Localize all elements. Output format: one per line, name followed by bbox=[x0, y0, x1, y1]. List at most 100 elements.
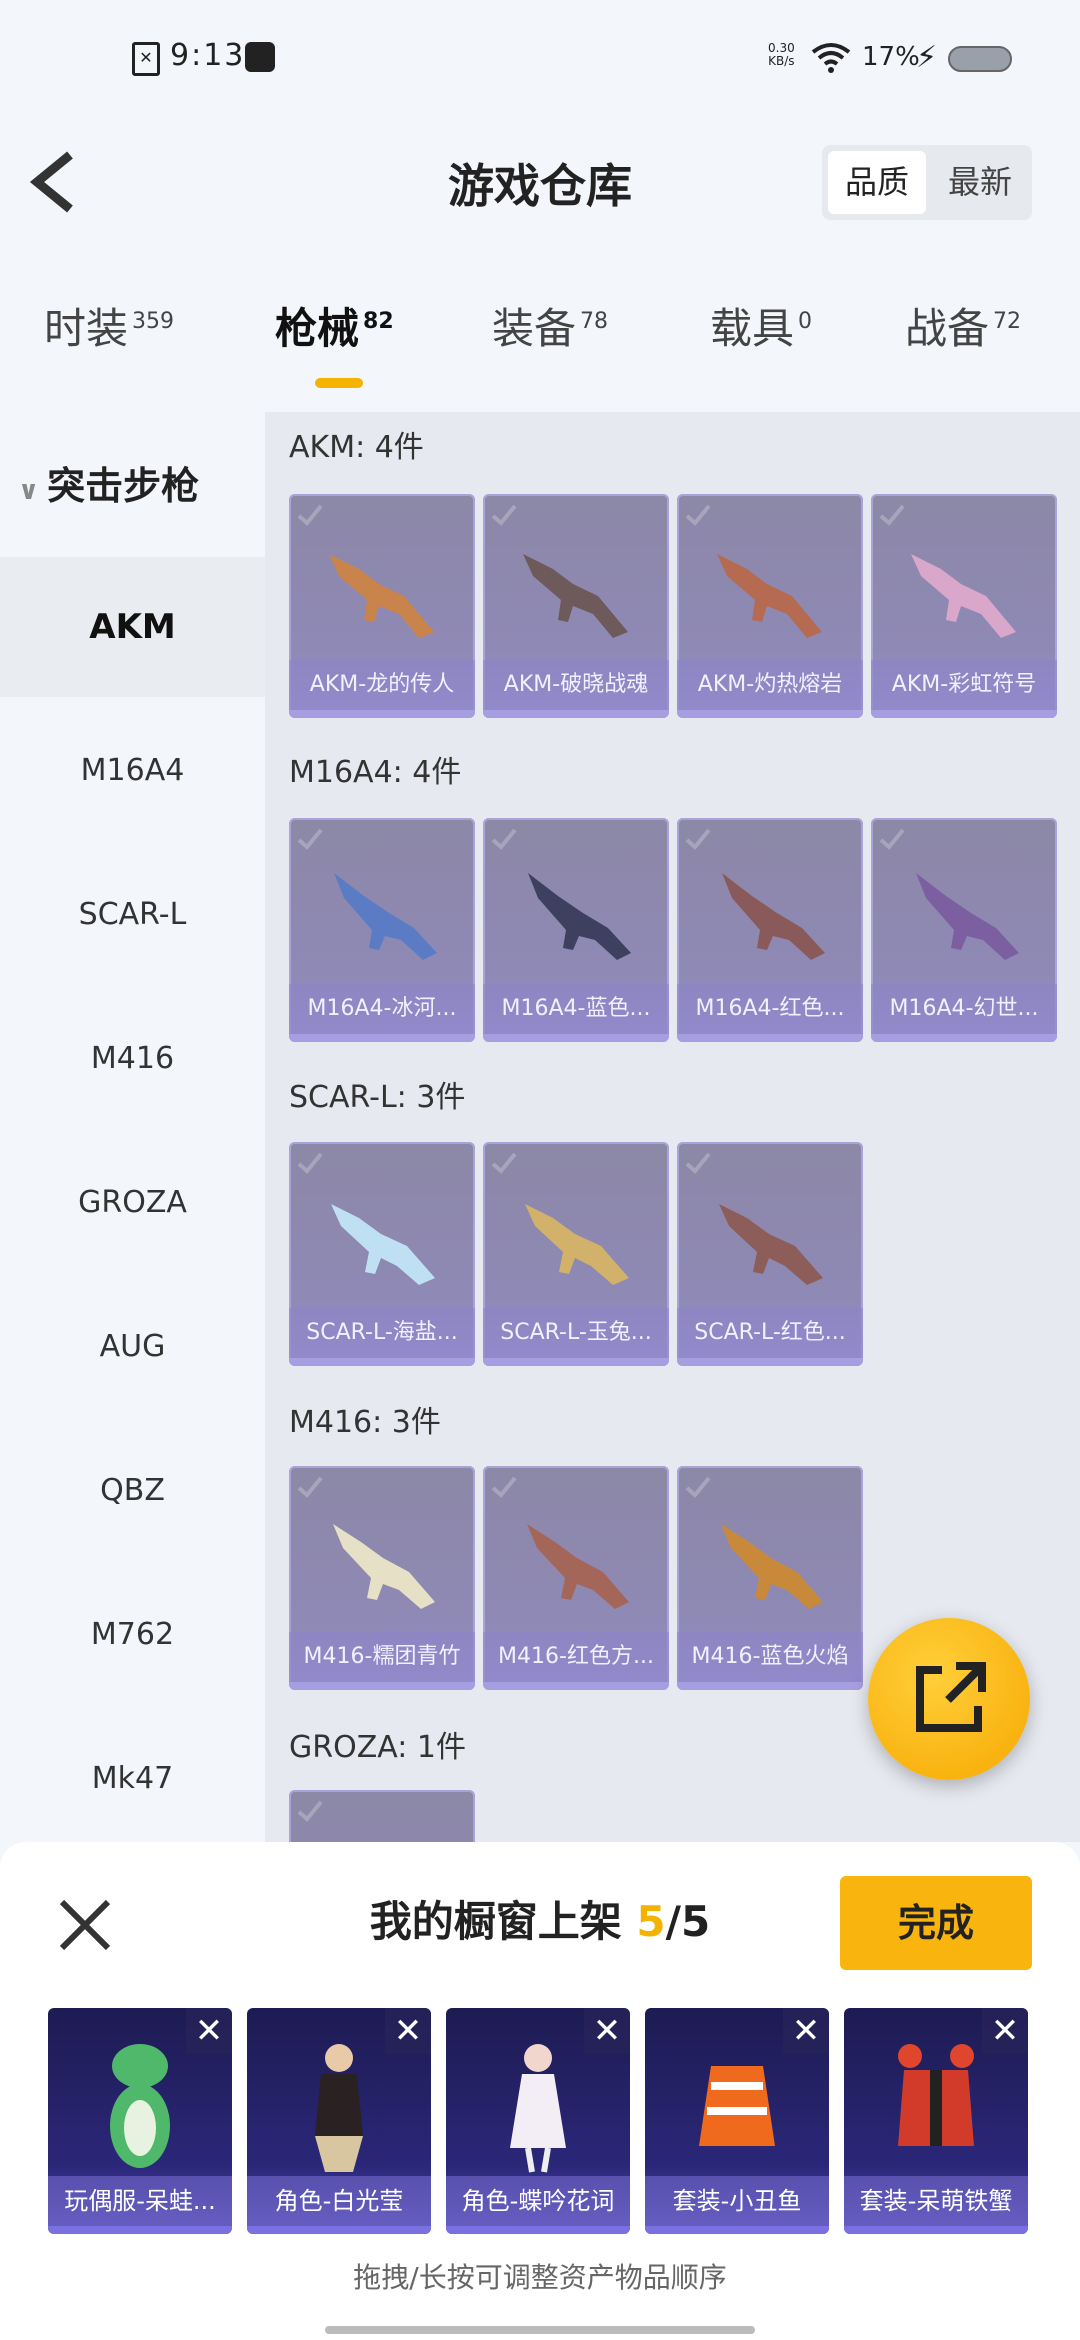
tab-label: 时装 bbox=[44, 304, 129, 353]
item-name: M16A4-蓝色... bbox=[483, 984, 669, 1034]
tab-supplies[interactable]: 战备 72 bbox=[905, 295, 1021, 356]
check-icon bbox=[685, 828, 711, 850]
tab-fashion[interactable]: 时装 359 bbox=[44, 295, 174, 356]
tab-label: 载具 bbox=[710, 304, 795, 353]
category-label: 突击步枪 bbox=[47, 464, 200, 508]
share-icon bbox=[916, 1662, 986, 1732]
sidebar-item-scar-l[interactable]: SCAR-L bbox=[0, 845, 265, 985]
check-icon bbox=[879, 504, 905, 526]
showcase-item[interactable]: ✕ 角色-蝶吟花词 bbox=[446, 2008, 630, 2234]
item-card[interactable]: M16A4-幻世... bbox=[871, 818, 1057, 1042]
done-button[interactable]: 完成 bbox=[840, 1876, 1032, 1970]
item-name: M16A4-红色... bbox=[677, 984, 863, 1034]
item-name: AKM-破晓战魂 bbox=[483, 660, 669, 710]
showcase-item[interactable]: ✕ 套装-小丑鱼 bbox=[645, 2008, 829, 2234]
net-speed: 0.30 KB/s bbox=[768, 41, 795, 68]
item-card[interactable]: AKM-破晓战魂 bbox=[483, 494, 669, 718]
item-card[interactable]: SCAR-L-玉兔... bbox=[483, 1142, 669, 1366]
battery-icon bbox=[948, 46, 1012, 72]
item-name: 角色-蝶吟花词 bbox=[446, 2176, 630, 2226]
item-name: M16A4-冰河... bbox=[289, 984, 475, 1034]
outfit-figure bbox=[699, 2066, 775, 2146]
message-icon bbox=[245, 42, 275, 72]
item-card[interactable]: AKM-龙的传人 bbox=[289, 494, 475, 718]
frog-costume-figure bbox=[110, 2044, 170, 2168]
check-icon bbox=[879, 828, 905, 850]
item-name: 套装-呆萌铁蟹 bbox=[844, 2176, 1028, 2226]
status-bar: ✕ 9:13 0.30 KB/s 17% ⚡ bbox=[0, 0, 1080, 120]
item-card[interactable]: AKM-灼热熔岩 bbox=[677, 494, 863, 718]
rifle-icon bbox=[916, 873, 1019, 960]
item-card[interactable]: SCAR-L-海盐... bbox=[289, 1142, 475, 1366]
item-card[interactable]: M416-蓝色火焰 bbox=[677, 1466, 863, 1690]
item-card[interactable]: AKM-彩虹符号 bbox=[871, 494, 1057, 718]
sidebar-item-groza[interactable]: GROZA bbox=[0, 1133, 265, 1273]
tab-label: 战备 bbox=[905, 304, 990, 353]
charging-icon: ⚡ bbox=[916, 40, 938, 75]
category-header[interactable]: ∨ 突击步枪 bbox=[18, 455, 199, 510]
check-icon bbox=[297, 504, 323, 526]
check-icon bbox=[297, 1152, 323, 1174]
sidebar-item-mk47[interactable]: Mk47 bbox=[0, 1709, 265, 1849]
remove-icon[interactable]: ✕ bbox=[584, 2008, 630, 2054]
rifle-icon bbox=[527, 1524, 629, 1609]
share-button[interactable] bbox=[868, 1618, 1030, 1780]
check-icon bbox=[297, 1476, 323, 1498]
remove-icon[interactable]: ✕ bbox=[982, 2008, 1028, 2054]
character-figure bbox=[510, 2044, 566, 2173]
remove-icon[interactable]: ✕ bbox=[385, 2008, 431, 2054]
outfit-figure bbox=[898, 2044, 974, 2146]
rifle-icon bbox=[911, 554, 1016, 638]
tab-count: 78 bbox=[580, 309, 609, 334]
remove-icon[interactable]: ✕ bbox=[783, 2008, 829, 2054]
rifle-icon bbox=[721, 1524, 823, 1609]
showcase-item[interactable]: ✕ 角色-白光莹 bbox=[247, 2008, 431, 2234]
tab-count: 0 bbox=[798, 309, 813, 334]
tab-count: 72 bbox=[993, 309, 1022, 334]
character-figure bbox=[315, 2044, 363, 2172]
rifle-icon bbox=[528, 873, 631, 960]
wifi-icon bbox=[811, 43, 851, 73]
item-name: 角色-白光莹 bbox=[247, 2176, 431, 2226]
check-icon bbox=[297, 1800, 323, 1822]
rifle-icon bbox=[722, 873, 825, 960]
showcase-item[interactable]: ✕ 玩偶服-呆蛙... bbox=[48, 2008, 232, 2234]
showcase-title-text: 我的橱窗上架 bbox=[369, 1897, 622, 1946]
item-name: M416-红色方... bbox=[483, 1632, 669, 1682]
rifle-icon bbox=[719, 1204, 823, 1285]
rifle-icon bbox=[329, 554, 434, 638]
sidebar-item-m416[interactable]: M416 bbox=[0, 989, 265, 1129]
sidebar-item-m16a4[interactable]: M16A4 bbox=[0, 701, 265, 841]
rifle-icon bbox=[319, 1830, 449, 1842]
tab-vehicles[interactable]: 载具 0 bbox=[710, 295, 812, 356]
sort-quality-button[interactable]: 品质 bbox=[828, 151, 926, 214]
item-card[interactable]: M16A4-红色... bbox=[677, 818, 863, 1042]
item-card[interactable]: M16A4-冰河... bbox=[289, 818, 475, 1042]
tab-equipment[interactable]: 装备 78 bbox=[492, 295, 608, 356]
tab-guns[interactable]: 枪械 82 bbox=[275, 295, 394, 356]
remove-icon[interactable]: ✕ bbox=[186, 2008, 232, 2054]
battery-percent: 17% bbox=[862, 42, 920, 72]
home-indicator[interactable] bbox=[325, 2326, 755, 2334]
item-card[interactable]: M16A4-蓝色... bbox=[483, 818, 669, 1042]
item-card[interactable]: M416-红色方... bbox=[483, 1466, 669, 1690]
rifle-icon bbox=[525, 1204, 629, 1285]
item-name: 套装-小丑鱼 bbox=[645, 2176, 829, 2226]
sidebar-item-akm[interactable]: AKM bbox=[0, 557, 265, 697]
item-card[interactable]: M416-糯团青竹 bbox=[289, 1466, 475, 1690]
tab-count: 359 bbox=[132, 309, 175, 334]
check-icon bbox=[685, 1152, 711, 1174]
rifle-icon bbox=[334, 873, 437, 960]
sidebar-item-aug[interactable]: AUG bbox=[0, 1277, 265, 1417]
sidebar-item-m762[interactable]: M762 bbox=[0, 1565, 265, 1705]
showcase-total: /5 bbox=[665, 1897, 711, 1946]
item-card[interactable] bbox=[289, 1790, 475, 1842]
item-name: SCAR-L-红色... bbox=[677, 1308, 863, 1358]
check-icon bbox=[491, 828, 517, 850]
showcase-item[interactable]: ✕ 套装-呆萌铁蟹 bbox=[844, 2008, 1028, 2234]
tab-label: 枪械 bbox=[275, 304, 360, 353]
tab-indicator bbox=[315, 378, 363, 388]
item-card[interactable]: SCAR-L-红色... bbox=[677, 1142, 863, 1366]
sidebar-item-qbz[interactable]: QBZ bbox=[0, 1421, 265, 1561]
sort-newest-button[interactable]: 最新 bbox=[932, 151, 1028, 214]
